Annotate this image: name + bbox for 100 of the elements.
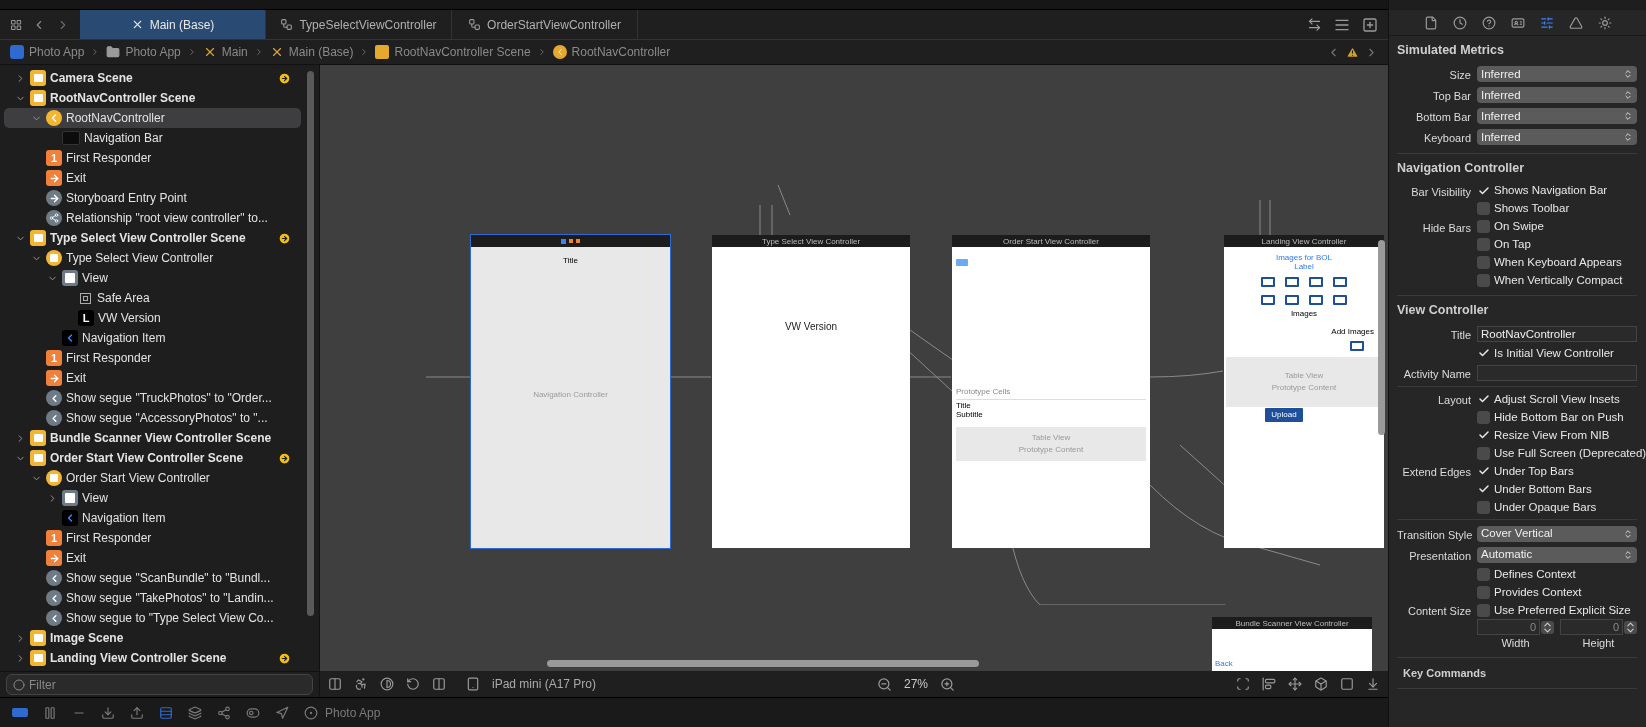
breadcrumb-item[interactable]: Main (Base) <box>269 43 354 61</box>
text-field[interactable] <box>1477 364 1637 381</box>
editor-tab[interactable]: Main (Base) <box>80 10 266 39</box>
camera-icon[interactable] <box>1285 277 1299 287</box>
camera-icon[interactable] <box>1333 277 1347 287</box>
checkbox[interactable] <box>1477 500 1490 514</box>
checkbox[interactable] <box>1477 446 1490 460</box>
camera-icon[interactable] <box>1261 295 1275 305</box>
outline-item[interactable]: Show segue "TruckPhotos" to "Order... <box>4 388 301 408</box>
outline-item[interactable]: Safe Area <box>4 288 301 308</box>
outline-item[interactable]: 1 First Responder <box>4 348 301 368</box>
checkbox[interactable] <box>1477 238 1490 251</box>
outline-item[interactable]: 1 First Responder <box>4 528 301 548</box>
editor-tab[interactable]: OrderStartViewController <box>452 10 638 39</box>
rotate-icon[interactable] <box>406 677 420 691</box>
outline-item[interactable]: Show segue "AccessoryPhotos" to "... <box>4 408 301 428</box>
popup-button[interactable]: Inferred <box>1477 87 1637 104</box>
storyboard-scene[interactable]: Landing View Controller Images for BOL Label Images Add Images Table View Prototype Content Upload <box>1224 235 1384 548</box>
step-into-icon[interactable] <box>101 705 115 720</box>
history-icon[interactable] <box>1452 15 1467 30</box>
breadcrumb-item[interactable]: RootNavController Scene <box>375 43 531 61</box>
outline-item[interactable]: Show segue "ScanBundle" to "Bundl... <box>4 568 301 588</box>
environment-overrides-icon[interactable] <box>246 705 260 720</box>
file-inspector-icon[interactable] <box>1423 15 1438 30</box>
warning-icon[interactable] <box>1346 45 1359 59</box>
outline-item[interactable]: Camera Scene <box>4 68 301 88</box>
camera-icon[interactable] <box>1285 295 1299 305</box>
breadcrumb-item[interactable]: Main <box>202 43 248 61</box>
popup-button[interactable]: Automatic <box>1477 546 1637 563</box>
align-icon[interactable] <box>1262 677 1276 691</box>
outline-item[interactable]: Exit <box>4 368 301 388</box>
accessibility-icon[interactable] <box>354 677 368 691</box>
scrollbar-thumb[interactable] <box>307 71 314 616</box>
outline-item[interactable]: Storyboard Entry Point <box>4 188 301 208</box>
storyboard-scene[interactable]: Title Navigation Controller <box>471 235 670 548</box>
breakpoints-toggle-icon[interactable] <box>12 708 28 717</box>
camera-icon[interactable] <box>1309 295 1323 305</box>
add-constraints-icon[interactable] <box>1288 677 1302 691</box>
outline-item[interactable]: RootNavController Scene <box>4 88 301 108</box>
identity-icon[interactable] <box>1510 15 1525 30</box>
vertical-scrollbar-thumb[interactable] <box>1378 240 1385 435</box>
outline-item[interactable]: Order Start View Controller <box>4 468 301 488</box>
filter-field[interactable]: Filter <box>6 674 313 695</box>
help-icon[interactable] <box>1481 15 1496 30</box>
outline-item[interactable]: Navigation Item <box>4 328 301 348</box>
swap-arrows-icon[interactable] <box>1307 17 1322 32</box>
related-items-icon[interactable] <box>10 17 23 32</box>
checkbox[interactable] <box>1477 184 1490 197</box>
checkbox[interactable] <box>1477 410 1490 424</box>
checkbox[interactable] <box>1477 567 1490 581</box>
storyboard-scene[interactable]: Bundle Scanner View Controller Back <box>1212 617 1372 671</box>
update-frames-icon[interactable] <box>1236 677 1250 691</box>
back-link[interactable]: Back <box>1215 658 1233 670</box>
checkbox[interactable] <box>1477 603 1490 617</box>
pause-icon[interactable] <box>43 705 57 720</box>
breadcrumb-item[interactable]: Photo App <box>106 43 181 61</box>
stepper-icon[interactable] <box>1541 620 1554 634</box>
zoom-out-icon[interactable] <box>877 676 892 692</box>
outline-item[interactable]: View <box>4 488 301 508</box>
outline-item[interactable]: Exit <box>4 548 301 568</box>
outline-item[interactable]: Show segue to "Type Select View Co... <box>4 608 301 628</box>
embed-in-icon[interactable] <box>1366 677 1380 691</box>
camera-icon[interactable] <box>1309 277 1323 287</box>
outline-item[interactable]: Image Scene <box>4 628 301 648</box>
sidebar-toggle-icon[interactable] <box>328 677 342 691</box>
appearance-icon[interactable] <box>380 677 394 691</box>
embed-icon[interactable] <box>1340 677 1354 691</box>
camera-icon[interactable] <box>1333 295 1347 305</box>
view-hierarchy-icon[interactable] <box>159 705 173 720</box>
outline-item[interactable]: L VW Version <box>4 308 301 328</box>
camera-icon[interactable] <box>1350 341 1364 351</box>
graph-icon[interactable] <box>217 705 231 720</box>
upload-button[interactable]: Upload <box>1265 408 1303 422</box>
popup-button[interactable]: Inferred <box>1477 66 1637 83</box>
step-out-icon[interactable] <box>130 705 144 720</box>
outline-item[interactable]: Exit <box>4 168 301 188</box>
checkbox[interactable] <box>1477 256 1490 269</box>
outline-item[interactable]: Order Start View Controller Scene <box>4 448 301 468</box>
stepper-icon[interactable] <box>1624 620 1637 634</box>
memory-graph-icon[interactable] <box>188 705 202 720</box>
attributes-icon[interactable] <box>1539 15 1554 30</box>
storyboard-scene[interactable]: Order Start View Controller Prototype Cells Title Subtitle Table View Prototype Content <box>952 235 1150 548</box>
outline-item[interactable]: Navigation Bar <box>4 128 301 148</box>
popup-button[interactable]: Inferred <box>1477 108 1637 125</box>
outline-item[interactable]: Type Select View Controller <box>4 248 301 268</box>
editor-tab[interactable]: TypeSelectViewController <box>266 10 452 39</box>
outline-item[interactable]: Bundle Scanner View Controller Scene <box>4 428 301 448</box>
location-icon[interactable] <box>275 705 289 720</box>
resolve-issues-icon[interactable] <box>1314 677 1328 691</box>
split-view-icon[interactable] <box>432 677 446 691</box>
horizontal-scrollbar-thumb[interactable] <box>547 660 979 667</box>
storyboard-scene[interactable]: Type Select View Controller VW Version <box>712 235 910 548</box>
outline-item[interactable]: Show segue "TakePhotos" to "Landin... <box>4 588 301 608</box>
add-editor-icon[interactable] <box>1362 16 1378 33</box>
checkbox[interactable] <box>1477 585 1490 599</box>
popup-button[interactable]: Cover Vertical <box>1477 525 1637 542</box>
outline-item[interactable]: Type Select View Controller Scene <box>4 228 301 248</box>
outline-item[interactable]: View <box>4 268 301 288</box>
popup-button[interactable]: Inferred <box>1477 129 1637 146</box>
outline-item[interactable]: Landing View Controller Scene <box>4 648 301 668</box>
